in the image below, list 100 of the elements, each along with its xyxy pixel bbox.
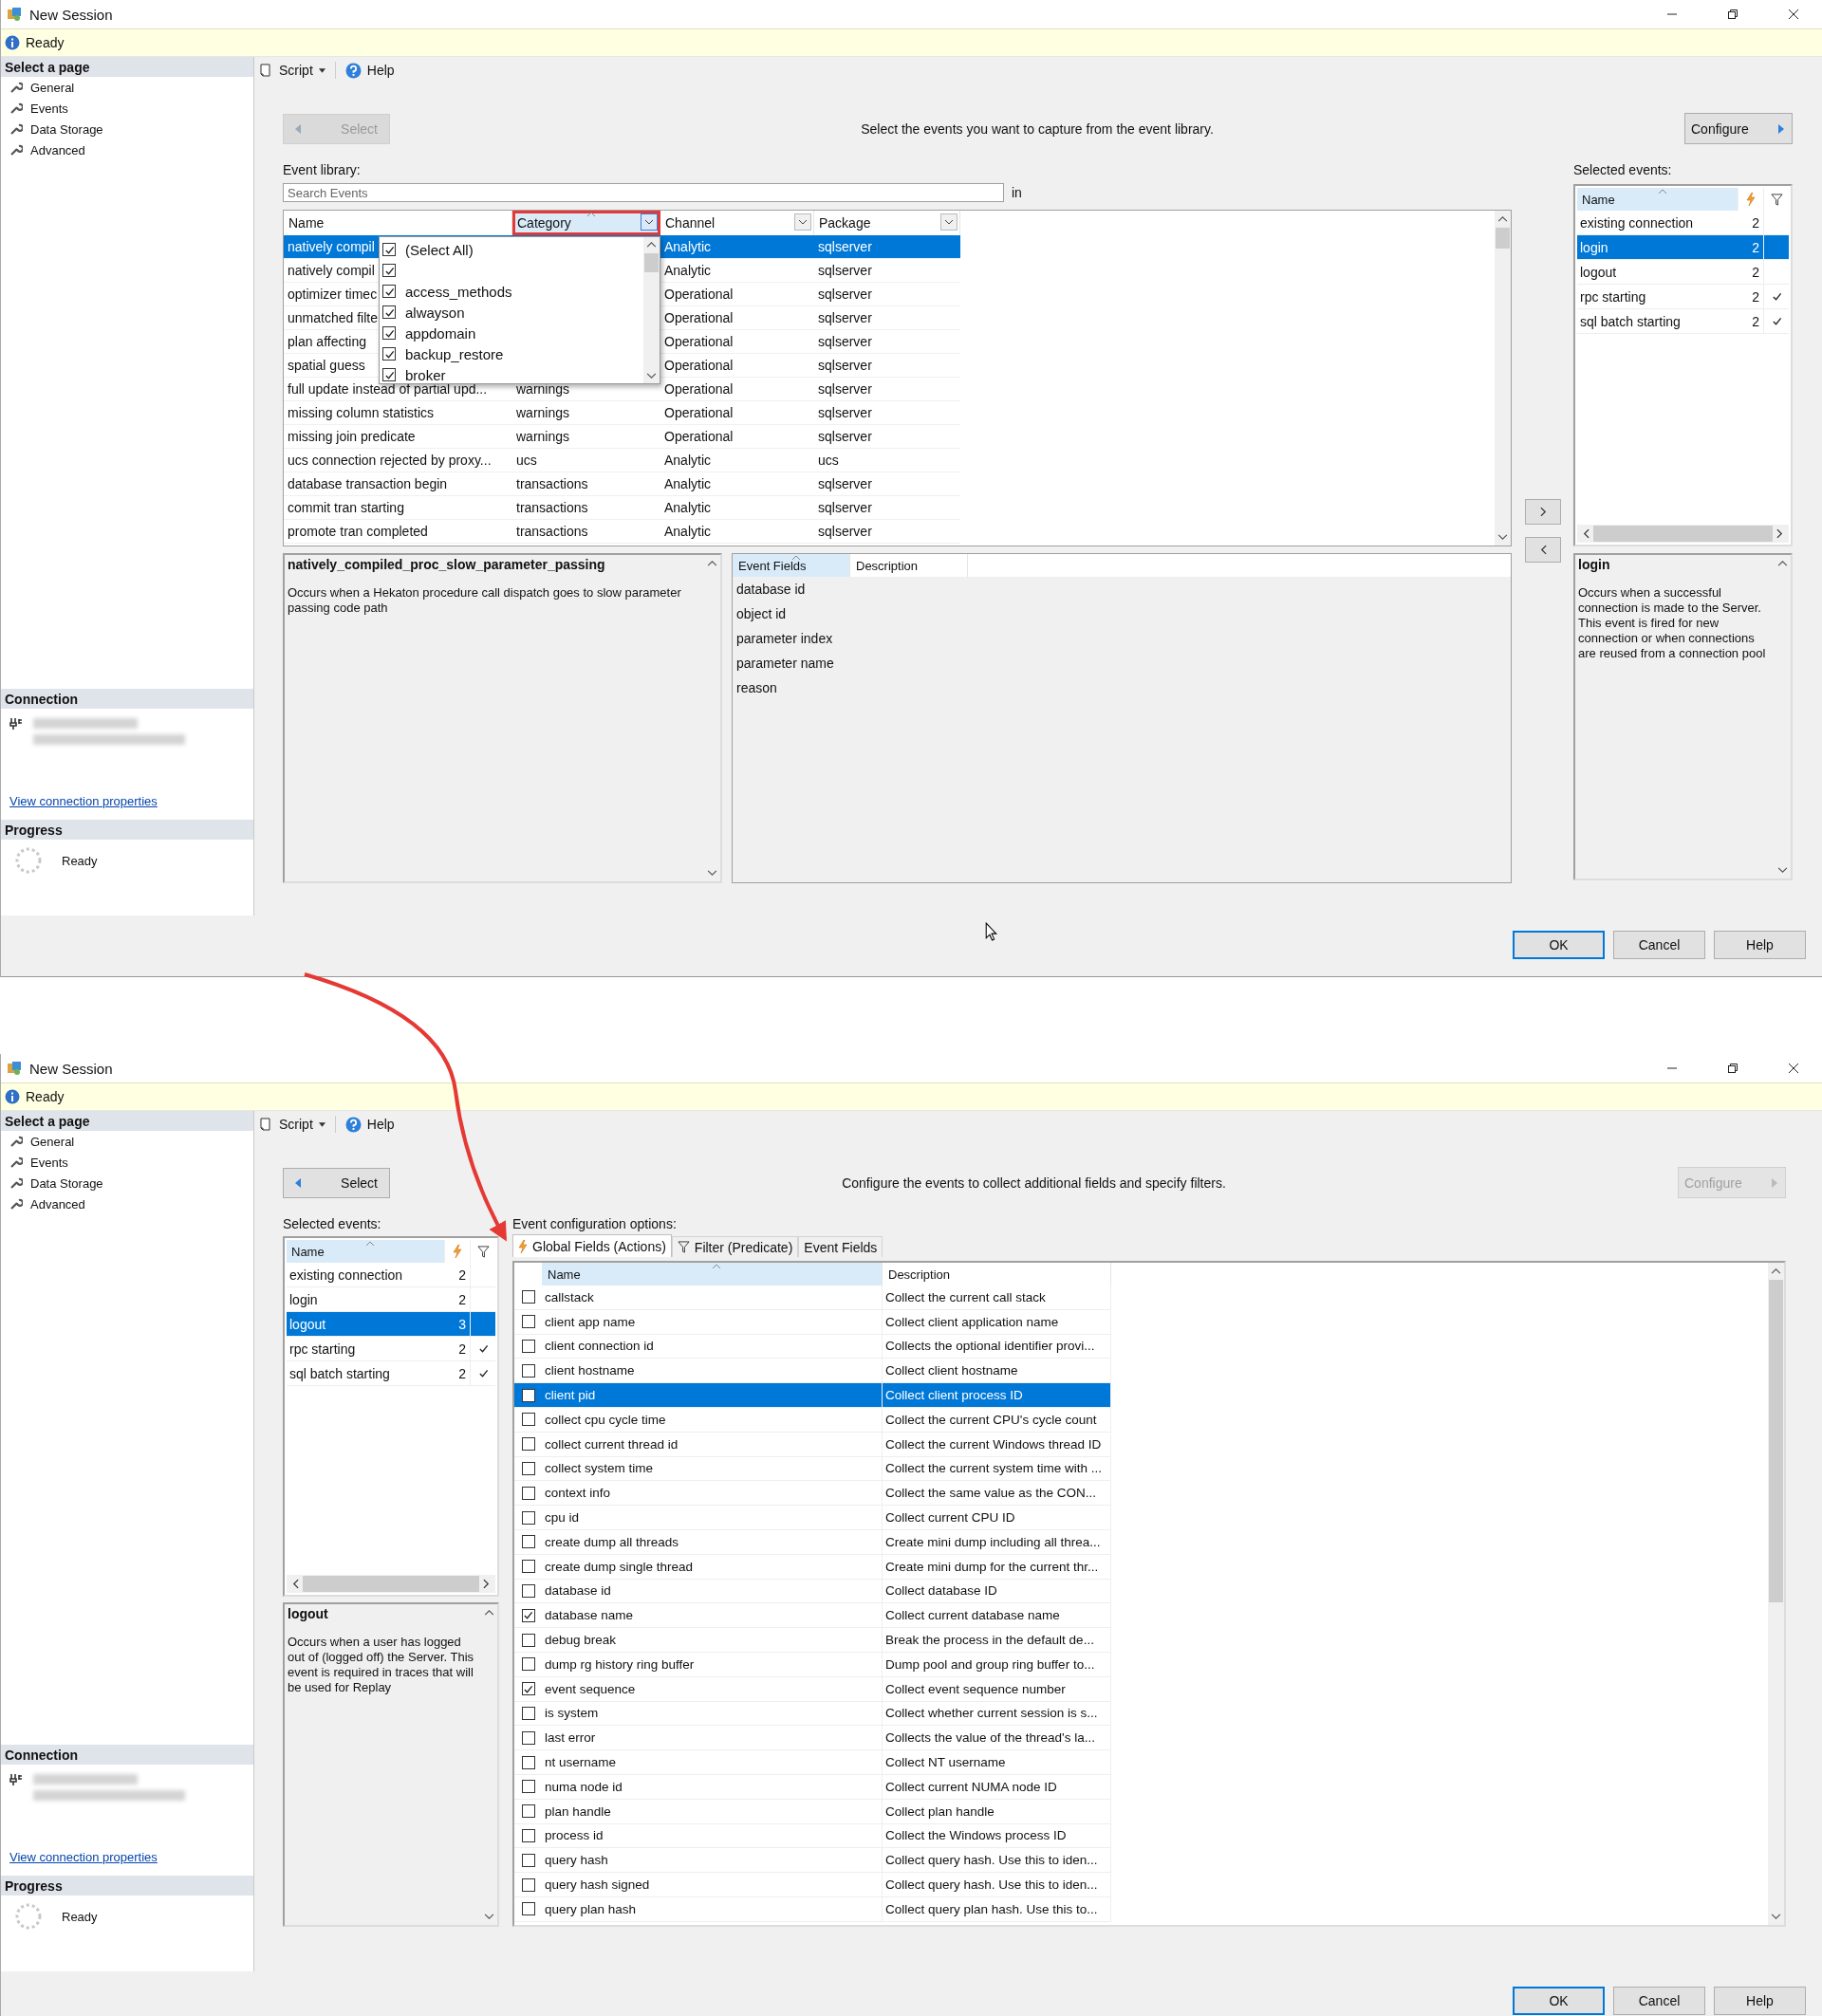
table-cell: unmatched filte [288,310,378,325]
table-cell: Analytic [664,263,712,278]
event-name: logout [288,1316,327,1332]
table-cell: natively compil [288,263,375,278]
field-name: parameter name [735,655,835,673]
window-title: New Session [29,1060,113,1077]
table-cell: database id [545,1583,611,1599]
event-name: login [288,1291,319,1307]
table-cell: callstack [545,1289,594,1304]
event-description: Occurs when a successful connection is made to the Server. This event is fired for new connection or when connections are reused from a connection pool [1578,585,1767,661]
table-cell: commit tran starting [288,500,404,515]
table-cell: Collect the Windows process ID [885,1828,1067,1843]
table-cell: Collect event sequence number [885,1681,1066,1696]
table-cell: full update instead of partial upd... [288,381,488,397]
table-cell: Collect client hostname [885,1363,1018,1378]
event-name: rpc starting [288,1341,357,1357]
field-name: database id [735,581,807,599]
table-cell: nt username [545,1755,617,1770]
event-description: Occurs when a user has logged out of (logged off) the Server. This event is required in traces that will be used for Replay [288,1635,475,1695]
table-cell: Collect database ID [885,1583,997,1599]
field-name: reason [735,679,778,697]
table-cell: Collect query plan hash. Use this to... [885,1901,1098,1916]
table-cell: sqlserver [818,358,872,373]
table-cell: Collect the current call stack [885,1289,1046,1304]
table-cell: warnings [516,381,570,397]
table-cell: Collect query hash. Use this to iden... [885,1877,1098,1892]
event-name: logout [1579,264,1618,280]
progress-status: Ready [62,853,98,868]
table-cell: Collect current CPU ID [885,1510,1015,1526]
table-cell: optimizer timec [288,287,378,302]
table-cell: database name [545,1608,634,1623]
field-name: object id [735,605,788,623]
table-cell: database transaction begin [288,476,448,491]
table-cell: natively compil [288,239,375,254]
table-cell: Collects the optional identifier provi... [885,1339,1095,1354]
table-cell: query hash signed [545,1877,650,1892]
table-cell: ucs connection rejected by proxy... [288,453,492,468]
table-cell: Collect plan handle [885,1803,995,1819]
table-cell: sqlserver [818,287,872,302]
table-cell: Create mini dump for the current thr... [885,1559,1099,1574]
table-cell: Collect current database name [885,1608,1060,1623]
event-name: sql batch starting [288,1365,391,1381]
table-cell: context info [545,1486,611,1501]
table-cell: Operational [664,381,734,397]
section-heading: Progress [1,820,253,840]
table-cell: Collect whether current session is s... [885,1706,1098,1721]
table-cell: create dump all threads [545,1534,679,1549]
section-heading: Select a page [1,1111,253,1131]
table-cell: Collect NT username [885,1755,1006,1770]
section-heading: Select a page [1,57,253,77]
table-cell: sqlserver [818,476,872,491]
section-heading: Connection [1,689,253,709]
action-count: 3 [446,1312,471,1336]
table-cell: last error [545,1730,596,1746]
table-cell: collect cpu cycle time [545,1412,666,1427]
table-cell: Operational [664,405,734,420]
table-cell: sqlserver [818,500,872,515]
table-cell: Collect the same value as the CON... [885,1486,1097,1501]
table-cell: Create mini dump including all threa... [885,1534,1101,1549]
table-cell: Break the process in the default de... [885,1633,1094,1648]
event-name: sql batch starting [1579,313,1682,329]
table-cell: Collect the current Windows thread ID [885,1436,1102,1452]
table-cell: promote tran completed [288,524,428,539]
table-cell: ucs [818,453,839,468]
action-count: 2 [1739,211,1764,234]
table-cell: transactions [516,476,588,491]
table-cell: Collect the current system time with ... [885,1461,1103,1476]
event-name: existing connection [288,1267,404,1283]
event-title: login [1578,557,1611,572]
event-title: natively_compiled_proc_slow_parameter_passing [288,557,606,572]
action-count: 2 [446,1287,471,1311]
table-cell: sqlserver [818,310,872,325]
status-text: Ready [26,1089,65,1104]
event-description: Occurs when a Hekaton procedure call dispatch goes to slow parameter passing code path [288,585,682,616]
table-cell: warnings [516,405,570,420]
table-cell: create dump single thread [545,1559,694,1574]
table-cell: event sequence [545,1681,636,1696]
table-cell: collect current thread id [545,1436,679,1452]
action-count: 2 [1739,285,1764,308]
instruction-text: Configure the events to collect additional fields and specify filters. [841,1174,1227,1191]
window-title: New Session [29,6,113,23]
table-cell: warnings [516,429,570,444]
table-cell: Analytic [664,524,712,539]
table-cell: ucs [516,453,537,468]
table-cell: client hostname [545,1363,635,1378]
action-count: 2 [1739,309,1764,333]
table-cell: missing column statistics [288,405,435,420]
action-count: 2 [1739,260,1764,284]
table-cell: sqlserver [818,334,872,349]
field-name: parameter index [735,630,834,648]
table-cell: Analytic [664,239,712,254]
action-count: 2 [446,1263,471,1286]
table-cell: collect system time [545,1461,654,1476]
table-cell: Analytic [664,500,712,515]
event-name: existing connection [1579,214,1695,231]
table-cell: query plan hash [545,1901,637,1916]
field-label: Selected events: [283,1215,382,1233]
table-cell: sqlserver [818,381,872,397]
table-cell: cpu id [545,1510,580,1526]
table-cell: sqlserver [818,524,872,539]
